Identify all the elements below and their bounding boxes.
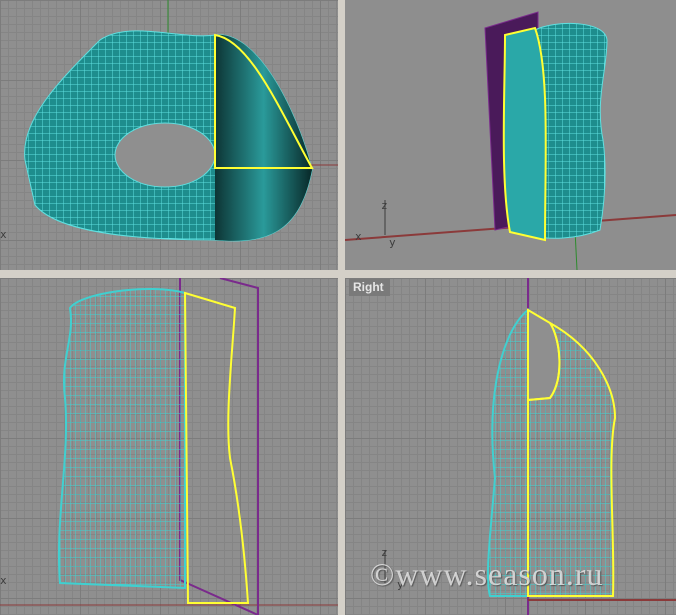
torso-perspective (345, 11, 676, 270)
viewport-bottom-left[interactable]: x (0, 278, 338, 615)
torso-perspective-top (24, 0, 338, 242)
x-axis-label: x (355, 230, 362, 243)
x-axis-label: x (0, 574, 7, 587)
watermark: ©www.season.ru (370, 556, 604, 592)
torso-front-wireframe (0, 278, 338, 615)
x-axis-label: x (0, 228, 7, 241)
viewport-top-right-perspective[interactable]: z x y (345, 0, 676, 270)
y-axis-label: y (389, 236, 396, 249)
viewport-label-right[interactable]: Right (349, 279, 390, 296)
z-axis-label: z (381, 199, 388, 212)
viewport-top-left[interactable]: x (0, 0, 338, 270)
